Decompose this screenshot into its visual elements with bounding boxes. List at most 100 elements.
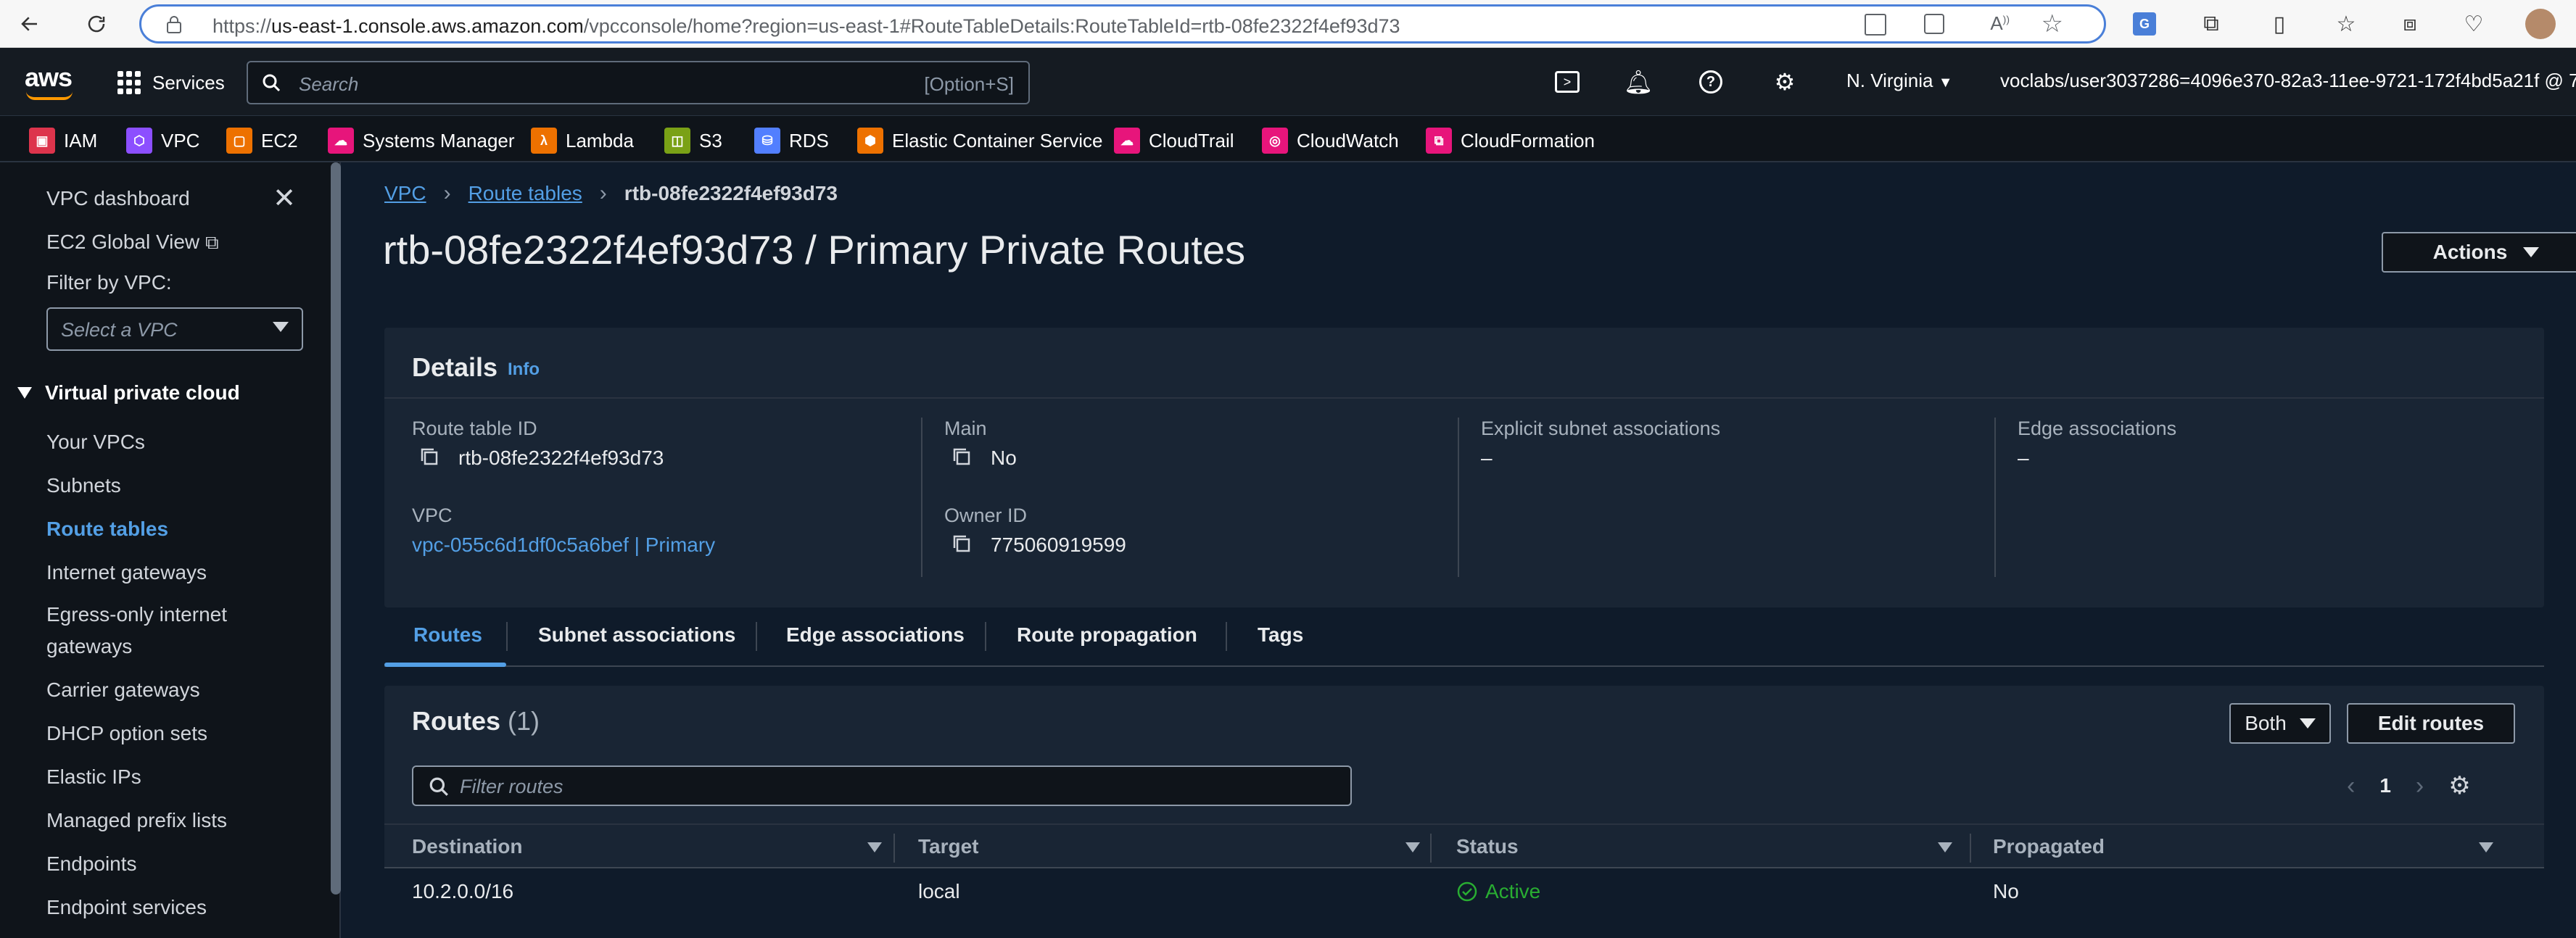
sidebar-item-dhcp-option-sets[interactable]: DHCP option sets: [46, 722, 207, 745]
table-row[interactable]: 10.2.0.0/16 local Active No: [384, 868, 2544, 915]
health-icon[interactable]: ♡: [2457, 7, 2490, 41]
collections-icon[interactable]: ⧈: [2393, 7, 2427, 41]
sidebar-item-egress-only-gateways[interactable]: Egress-only internet: [46, 603, 227, 626]
copy-icon[interactable]: [419, 447, 439, 467]
favorite-lambda[interactable]: λ Lambda: [531, 126, 634, 155]
vpc-service-icon: ⬡: [126, 128, 152, 154]
routes-table-header: Destination Target Status Propagated: [384, 823, 2544, 868]
favorite-rds[interactable]: ⛁ RDS: [754, 126, 829, 155]
sidebar-item-internet-gateways[interactable]: Internet gateways: [46, 561, 207, 584]
tab-routes[interactable]: Routes: [413, 623, 482, 647]
column-divider[interactable]: [1970, 834, 1971, 863]
split-screen-icon[interactable]: ▯: [2263, 7, 2296, 41]
sidebar-item-endpoints[interactable]: Endpoints: [46, 852, 137, 876]
section-virtual-private-cloud[interactable]: Virtual private cloud: [17, 381, 240, 404]
column-divider[interactable]: [1430, 834, 1432, 863]
star-icon[interactable]: ☆: [2042, 9, 2063, 38]
route-filter-select[interactable]: Both: [2229, 703, 2331, 744]
external-link-icon: ⧉: [205, 231, 219, 253]
current-page[interactable]: 1: [2379, 774, 2391, 797]
chevron-right-icon[interactable]: ›: [2416, 772, 2424, 800]
main-content: VPC › Route tables › rtb-08fe2322f4ef93d…: [341, 162, 2576, 938]
device-icon[interactable]: [1865, 14, 1886, 36]
column-header-target[interactable]: Target: [918, 835, 979, 858]
services-menu-button[interactable]: Services: [117, 68, 225, 97]
sidebar-item-managed-prefix-lists[interactable]: Managed prefix lists: [46, 809, 227, 832]
account-menu[interactable]: voclabs/user3037286=4096e370-82a3-11ee-9…: [2000, 70, 2576, 92]
favorite-cloudtrail[interactable]: ☁ CloudTrail: [1114, 126, 1234, 155]
back-arrow-icon[interactable]: [13, 7, 46, 41]
help-icon[interactable]: ?: [1693, 64, 1729, 100]
copy-icon[interactable]: [951, 534, 972, 554]
translate-icon[interactable]: G: [2128, 7, 2161, 41]
sidebar-item-elastic-ips[interactable]: Elastic IPs: [46, 765, 141, 789]
favorites-bar: ▣ IAM ⬡ VPC ▢ EC2 ☁ Systems Manager λ Lambda …: [0, 116, 2576, 162]
sort-icon[interactable]: [1938, 842, 1952, 852]
details-column-1: Route table ID rtb-08fe2322f4ef93d73 VPC…: [412, 418, 949, 577]
address-bar[interactable]: https://us-east-1.console.aws.amazon.com…: [139, 4, 2106, 43]
favorite-s3[interactable]: ◫ S3: [664, 126, 722, 155]
cloudshell-icon[interactable]: >: [1549, 64, 1585, 100]
vpc-filter-select[interactable]: Select a VPC: [46, 307, 303, 351]
app-icon[interactable]: [1924, 14, 1944, 34]
aws-global-nav: aws Services Search [Option+S] > 🔔︎ ? ⚙ …: [0, 48, 2576, 162]
sort-icon[interactable]: [1405, 842, 1420, 852]
favorite-ecs[interactable]: ⬢ Elastic Container Service: [857, 126, 1102, 155]
global-search-input[interactable]: Search [Option+S]: [247, 61, 1030, 104]
notifications-bell-icon[interactable]: 🔔︎: [1620, 64, 1656, 100]
sidebar-item-route-tables[interactable]: Route tables: [46, 518, 168, 541]
vpc-link[interactable]: vpc-055c6d1df0c5a6bef | Primary: [412, 534, 715, 557]
lambda-service-icon: λ: [531, 128, 557, 154]
ec2-service-icon: ▢: [226, 128, 252, 154]
info-link[interactable]: Info: [508, 360, 540, 380]
favorite-iam[interactable]: ▣ IAM: [29, 126, 97, 155]
copy-icon[interactable]: [951, 447, 972, 467]
sidebar-item-vpc-dashboard[interactable]: VPC dashboard: [46, 187, 190, 210]
favorite-vpc[interactable]: ⬡ VPC: [126, 126, 199, 155]
column-header-status[interactable]: Status: [1456, 835, 1519, 858]
sidebar-scrollbar[interactable]: [331, 162, 341, 895]
page-title: rtb-08fe2322f4ef93d73 / Primary Private …: [383, 227, 1246, 273]
settings-gear-icon[interactable]: ⚙: [1767, 64, 1803, 100]
sidebar-item-egress-only-gateways-line2[interactable]: gateways: [46, 635, 132, 658]
profile-avatar[interactable]: [2524, 7, 2557, 41]
favorite-cloudformation[interactable]: ⧉ CloudFormation: [1426, 126, 1595, 155]
favorite-cloudwatch[interactable]: ◎ CloudWatch: [1262, 126, 1399, 155]
edit-routes-button[interactable]: Edit routes: [2347, 703, 2515, 744]
detail-tabs: Routes Subnet associations Edge associat…: [384, 605, 2544, 667]
region-selector[interactable]: N. Virginia ▼: [1846, 70, 1953, 92]
sidebar-item-endpoint-services[interactable]: Endpoint services: [46, 896, 207, 919]
status-text: Active: [1485, 880, 1541, 902]
close-icon[interactable]: ✕: [270, 184, 299, 213]
sidebar-item-subnets[interactable]: Subnets: [46, 474, 121, 497]
reload-icon[interactable]: [80, 7, 113, 41]
breadcrumb-route-tables-link[interactable]: Route tables: [468, 182, 582, 205]
sidebar-item-ec2-global-view[interactable]: EC2 Global View ⧉: [46, 231, 219, 254]
favorite-ec2[interactable]: ▢ EC2: [226, 126, 298, 155]
favorite-systems-manager[interactable]: ☁ Systems Manager: [328, 126, 515, 155]
column-header-propagated[interactable]: Propagated: [1993, 835, 2105, 858]
tab-edge-associations[interactable]: Edge associations: [786, 623, 965, 647]
sort-icon[interactable]: [2479, 842, 2493, 852]
table-settings-gear-icon[interactable]: ⚙: [2448, 771, 2470, 800]
filter-by-vpc-label: Filter by VPC:: [46, 271, 172, 294]
tab-tags[interactable]: Tags: [1258, 623, 1303, 647]
breadcrumb-vpc-link[interactable]: VPC: [384, 182, 426, 205]
sidebar-item-carrier-gateways[interactable]: Carrier gateways: [46, 678, 200, 702]
actions-button[interactable]: Actions: [2382, 232, 2576, 273]
tab-divider: [506, 622, 508, 651]
chevron-left-icon[interactable]: ‹: [2347, 772, 2355, 800]
tab-subnet-associations[interactable]: Subnet associations: [538, 623, 735, 647]
read-aloud-icon[interactable]: A)): [1990, 12, 2010, 35]
column-divider[interactable]: [893, 834, 895, 863]
column-header-destination[interactable]: Destination: [412, 835, 522, 858]
routes-count: (1): [508, 706, 540, 736]
extensions-icon[interactable]: ⧉: [2195, 7, 2228, 41]
favorites-icon[interactable]: ☆: [2329, 7, 2363, 41]
sort-icon[interactable]: [867, 842, 882, 852]
tab-route-propagation[interactable]: Route propagation: [1017, 623, 1197, 647]
sidebar-item-your-vpcs[interactable]: Your VPCs: [46, 431, 145, 454]
lock-icon[interactable]: [163, 15, 185, 34]
aws-logo[interactable]: aws: [25, 62, 73, 93]
filter-routes-input[interactable]: Filter routes: [412, 765, 1352, 806]
